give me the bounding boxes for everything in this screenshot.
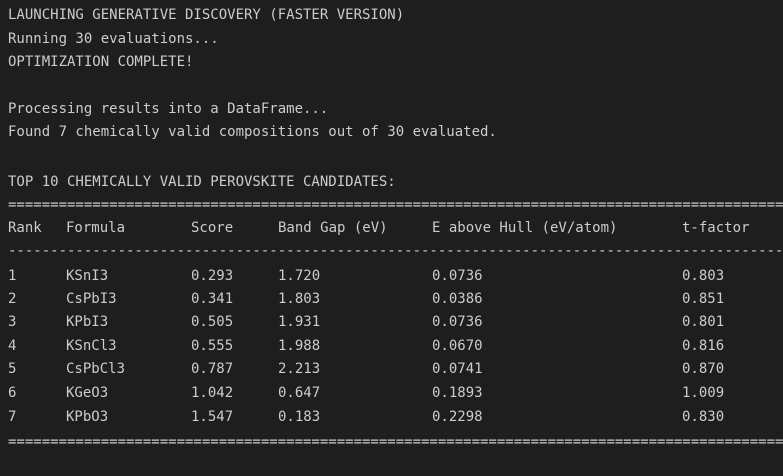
row-score: 1.547	[191, 409, 234, 425]
log-line-launch: LAUNCHING GENERATIVE DISCOVERY (FASTER V…	[8, 7, 405, 23]
row-rank: 5	[8, 361, 17, 377]
table-title: TOP 10 CHEMICALLY VALID PEROVSKITE CANDI…	[8, 174, 396, 190]
log-line-found: Found 7 chemically valid compositions ou…	[8, 124, 497, 140]
header-formula: Formula	[66, 220, 126, 236]
row-band-gap: 1.931	[278, 314, 321, 330]
header-rank: Rank	[8, 220, 42, 236]
row-formula: KPbO3	[66, 409, 109, 425]
row-band-gap: 1.803	[278, 291, 321, 307]
row-band-gap: 2.213	[278, 361, 321, 377]
row-e-above-hull: 0.2298	[432, 409, 483, 425]
row-score: 0.787	[191, 361, 234, 377]
row-band-gap: 1.988	[278, 338, 321, 354]
row-t-factor: 1.009	[682, 385, 725, 401]
table-row: 3 KPbI3 0.505 1.931 0.0736 0.801	[0, 312, 783, 332]
row-e-above-hull: 0.0736	[432, 268, 483, 284]
row-formula: CsPbI3	[66, 291, 117, 307]
row-e-above-hull: 0.1893	[432, 385, 483, 401]
row-rank: 7	[8, 409, 17, 425]
row-formula: KGeO3	[66, 385, 109, 401]
row-e-above-hull: 0.0741	[432, 361, 483, 377]
row-t-factor: 0.803	[682, 268, 725, 284]
table-row: 5 CsPbCl3 0.787 2.213 0.0741 0.870	[0, 359, 783, 379]
header-score: Score	[191, 220, 234, 236]
row-e-above-hull: 0.0670	[432, 338, 483, 354]
row-t-factor: 0.801	[682, 314, 725, 330]
row-score: 0.293	[191, 268, 234, 284]
row-t-factor: 0.816	[682, 338, 725, 354]
header-band-gap: Band Gap (eV)	[278, 220, 388, 236]
row-t-factor: 0.870	[682, 361, 725, 377]
row-formula: KPbI3	[66, 314, 109, 330]
row-formula: KSnI3	[66, 268, 109, 284]
row-band-gap: 0.647	[278, 385, 321, 401]
log-line-processing: Processing results into a DataFrame...	[8, 101, 329, 117]
row-t-factor: 0.851	[682, 291, 725, 307]
row-t-factor: 0.830	[682, 409, 725, 425]
row-score: 0.505	[191, 314, 234, 330]
table-rule-bottom: ========================================…	[8, 434, 783, 450]
header-t-factor: t-factor	[682, 220, 750, 236]
row-e-above-hull: 0.0386	[432, 291, 483, 307]
table-row: 2 CsPbI3 0.341 1.803 0.0386 0.851	[0, 289, 783, 309]
table-row: 6 KGeO3 1.042 0.647 0.1893 1.009	[0, 383, 783, 403]
row-score: 0.555	[191, 338, 234, 354]
table-row: 7 KPbO3 1.547 0.183 0.2298 0.830	[0, 407, 783, 427]
row-band-gap: 0.183	[278, 409, 321, 425]
header-e-above-hull: E above Hull (eV/atom)	[432, 220, 618, 236]
row-score: 1.042	[191, 385, 234, 401]
row-e-above-hull: 0.0736	[432, 314, 483, 330]
table-rule-header: ----------------------------------------…	[8, 243, 783, 259]
row-formula: CsPbCl3	[66, 361, 126, 377]
row-score: 0.341	[191, 291, 234, 307]
row-rank: 3	[8, 314, 17, 330]
log-line-running: Running 30 evaluations...	[8, 31, 219, 47]
row-rank: 2	[8, 291, 17, 307]
row-formula: KSnCl3	[66, 338, 117, 354]
table-row: 1 KSnI3 0.293 1.720 0.0736 0.803	[0, 266, 783, 286]
row-band-gap: 1.720	[278, 268, 321, 284]
row-rank: 4	[8, 338, 17, 354]
row-rank: 6	[8, 385, 17, 401]
row-rank: 1	[8, 268, 17, 284]
table-rule-top: ========================================…	[8, 197, 783, 213]
log-line-complete: OPTIMIZATION COMPLETE!	[8, 54, 194, 70]
terminal-output: LAUNCHING GENERATIVE DISCOVERY (FASTER V…	[0, 0, 783, 476]
table-row: 4 KSnCl3 0.555 1.988 0.0670 0.816	[0, 336, 783, 356]
